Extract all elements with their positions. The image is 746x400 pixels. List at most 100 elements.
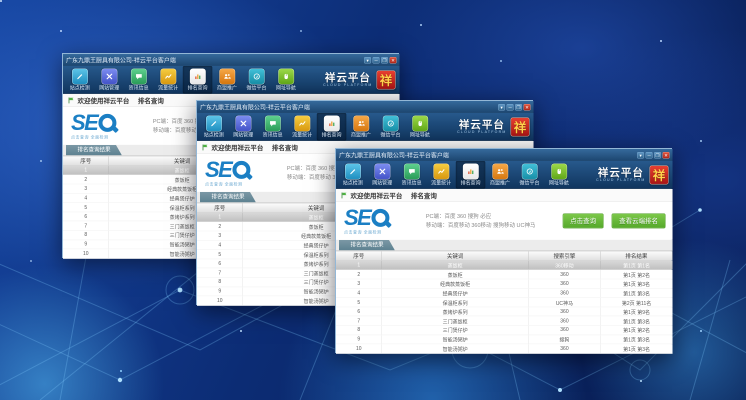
brand-name: 祥云平台	[323, 72, 372, 82]
line-chart-icon	[294, 115, 310, 131]
toolbar-item-traffic-stats[interactable]: 流量统计	[287, 113, 316, 140]
toolbar-item-site-check[interactable]: 站点检测	[65, 66, 94, 93]
toolbar-item-label: 商盟推广	[217, 86, 237, 91]
cell-index: 9	[63, 240, 109, 249]
seo-logo-text: SE	[71, 112, 97, 134]
query-button[interactable]: 点击查询	[563, 213, 604, 228]
users-icon	[219, 68, 235, 84]
table-row[interactable]: 5 保温柜系列 UC神马 第2页 第11名	[336, 298, 673, 307]
site-check-icon	[345, 163, 361, 179]
table-row[interactable]: 1 蒸饭柜 360移动 第1页 第1名	[336, 261, 673, 270]
window-title: 广东九鼎王厨具有限公司-祥云平台客户端	[200, 103, 498, 111]
table-row[interactable]: 9 智能汤粥炉 搜狗 第1页 第3名	[336, 335, 673, 344]
toolbar-item-traffic-stats[interactable]: 流量统计	[153, 66, 182, 93]
close-button[interactable]: ✕	[524, 104, 531, 110]
cell-index: 1	[197, 213, 243, 222]
site-check-icon	[72, 68, 88, 84]
toolbar-item-site-nav[interactable]: 网址导航	[271, 66, 300, 93]
welcome-text: 欢迎使用祥云平台	[77, 95, 129, 104]
brand-area: 祥云平台 CLOUD PLATFORM 祥	[596, 161, 668, 189]
toolbar-item-site-check[interactable]: 站点检测	[199, 113, 228, 140]
minimize-button[interactable]: ─	[507, 104, 514, 110]
table-row[interactable]: 3 经典款蒸饭柜 360 第1页 第3名	[336, 279, 673, 288]
brand-area: 祥云平台 CLOUD PLATFORM 祥	[457, 113, 529, 141]
close-button[interactable]: ✕	[663, 152, 670, 158]
toolbar-item-site-manage[interactable]: 网站管理	[228, 113, 257, 140]
table-row[interactable]: 6 蒸烤炉系列 360 第1页 第9名	[336, 307, 673, 316]
toolbar-item-rank-query[interactable]: 排名查询	[183, 66, 212, 93]
col-header-index: 序号	[63, 156, 109, 165]
brand-subtitle: CLOUD PLATFORM	[596, 178, 645, 182]
brand-seal-logo: 祥	[650, 165, 669, 184]
cell-index: 6	[63, 212, 109, 221]
table-row[interactable]: 8 三门煲仔炉 360 第1页 第2名	[336, 326, 673, 335]
minimize-button[interactable]: ─	[646, 152, 653, 158]
seo-logo-text: SE	[344, 207, 370, 229]
maximize-button[interactable]: ❐	[381, 57, 388, 63]
toolbar-item-label: 网址导航	[410, 133, 430, 138]
skin-button[interactable]: ▾	[498, 104, 505, 110]
view-cloud-rank-button[interactable]: 查看云端排名	[612, 213, 666, 228]
skin-button[interactable]: ▾	[637, 152, 644, 158]
titlebar[interactable]: 广东九鼎王厨具有限公司-祥云平台客户端 ▾ ─ ❐ ✕	[197, 101, 534, 113]
titlebar[interactable]: 广东九鼎王厨具有限公司-祥云平台客户端 ▾ ─ ❐ ✕	[63, 54, 400, 66]
skin-button[interactable]: ▾	[364, 57, 371, 63]
toolbar-item-site-nav[interactable]: 网址导航	[544, 161, 573, 188]
toolbar-item-traffic-stats[interactable]: 流量统计	[426, 161, 455, 188]
cell-result: 第1页 第2名	[601, 270, 673, 279]
brand-area: 祥云平台 CLOUD PLATFORM 祥	[323, 66, 395, 94]
toolbar-item-rank-query[interactable]: 排名查询	[456, 161, 485, 188]
maximize-button[interactable]: ❐	[654, 152, 661, 158]
toolbar-item-site-manage[interactable]: 网站管理	[94, 66, 123, 93]
cell-index: 2	[336, 270, 382, 279]
toolbar-item-label: 流量统计	[431, 181, 451, 186]
engine-line-mobile: 移动端：百度移动 360移动 搜狗移动 UC神马	[426, 221, 563, 230]
toolbar-item-alliance-promo[interactable]: 商盟推广	[485, 161, 514, 188]
toolbar-item-alliance-promo[interactable]: 商盟推广	[346, 113, 375, 140]
close-button[interactable]: ✕	[390, 57, 397, 63]
toolbar-item-wechat-platform[interactable]: 微信平台	[242, 66, 271, 93]
toolbar-item-alliance-promo[interactable]: 商盟推广	[212, 66, 241, 93]
cell-index: 10	[63, 249, 109, 258]
table-row[interactable]: 10 智能汤粥炉 360 第1页 第3名	[336, 344, 673, 353]
toolbar-item-label: 网站管理	[233, 133, 253, 138]
mouse-icon	[278, 68, 294, 84]
table-row[interactable]: 7 三门蒸饭柜 360 第1页 第3名	[336, 317, 673, 326]
toolbar-item-rank-query[interactable]: 排名查询	[317, 113, 346, 140]
toolbar-item-site-manage[interactable]: 网站管理	[367, 161, 396, 188]
mouse-icon	[412, 115, 428, 131]
maximize-button[interactable]: ❐	[515, 104, 522, 110]
toolbar-item-label: 站点检测	[70, 86, 90, 91]
compass-icon	[382, 115, 398, 131]
seo-tagline: 点击查询 全面检测	[71, 134, 150, 139]
toolbar-item-site-nav[interactable]: 网址导航	[405, 113, 434, 140]
cell-result: 第1页 第2名	[601, 326, 673, 335]
toolbar-item-site-check[interactable]: 站点检测	[338, 161, 367, 188]
app-window: 广东九鼎王厨具有限公司-祥云平台客户端 ▾ ─ ❐ ✕ 站点检测 网站管理 资讯…	[335, 148, 672, 353]
titlebar[interactable]: 广东九鼎王厨具有限公司-祥云平台客户端 ▾ ─ ❐ ✕	[336, 149, 673, 161]
cell-index: 6	[336, 307, 382, 316]
toolbar-item-wechat-platform[interactable]: 微信平台	[515, 161, 544, 188]
brand-seal-logo: 祥	[377, 70, 396, 89]
cell-index: 3	[63, 184, 109, 193]
toolbar-item-news-info[interactable]: 资讯信息	[258, 113, 287, 140]
tab-rank-results[interactable]: 排名查询结果	[200, 192, 256, 202]
cell-engine: 360	[529, 270, 601, 279]
toolbar-item-news-info[interactable]: 资讯信息	[397, 161, 426, 188]
cell-engine: 360	[529, 279, 601, 288]
tab-rank-results[interactable]: 排名查询结果	[339, 240, 395, 250]
toolbar-item-news-info[interactable]: 资讯信息	[124, 66, 153, 93]
toolbar-item-label: 排名查询	[188, 86, 208, 91]
minimize-button[interactable]: ─	[373, 57, 380, 63]
table-row[interactable]: 4 经典煲仔炉 360 第1页 第3名	[336, 289, 673, 298]
cell-index: 5	[197, 250, 243, 259]
message-bubble-icon	[265, 115, 281, 131]
toolbar-item-label: 网站管理	[99, 86, 119, 91]
cell-keyword: 智能汤粥炉	[382, 335, 529, 344]
toolbar-item-wechat-platform[interactable]: 微信平台	[376, 113, 405, 140]
table-row[interactable]: 2 蒸饭柜 360 第1页 第2名	[336, 270, 673, 279]
cell-result: 第1页 第1名	[601, 261, 673, 270]
seo-logo: SE 点击查询 全面检测	[71, 112, 150, 140]
tab-rank-results[interactable]: 排名查询结果	[66, 145, 122, 155]
cell-index: 5	[63, 203, 109, 212]
